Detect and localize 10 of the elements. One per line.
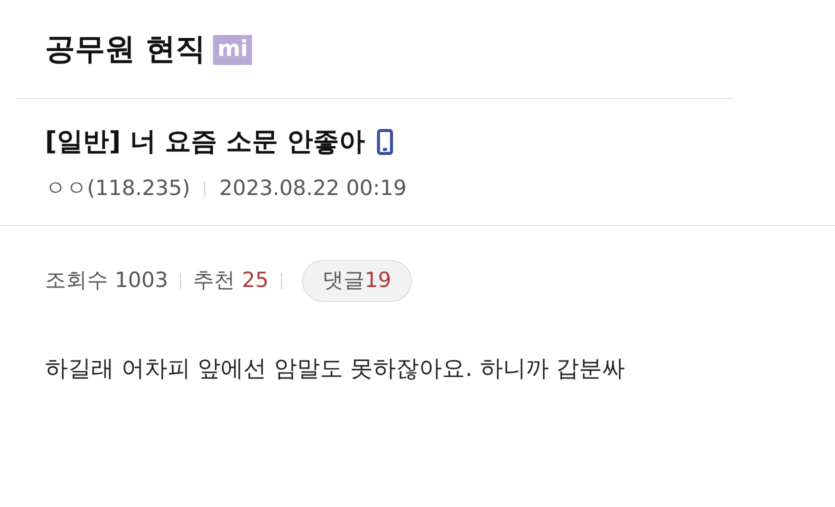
views-count: 조회수 1003 — [45, 266, 168, 294]
author: ㅇㅇ(118.235) — [45, 175, 190, 202]
mobile-icon — [376, 129, 393, 155]
post-body: 하길래 어차피 앞에선 암말도 못하잖아요. 하니까 갑분싸 — [44, 354, 626, 384]
comments-button[interactable]: 댓글19 — [302, 260, 412, 302]
gallery-title: 공무원 현직 — [45, 35, 206, 65]
post-title: [일반] 너 요즘 소문 안좋아 — [45, 129, 365, 155]
gallery-badge: mi — [213, 35, 252, 65]
post-date: 2023.08.22 00:19 — [219, 175, 407, 202]
recommend-count: 추천 25 — [193, 266, 269, 294]
